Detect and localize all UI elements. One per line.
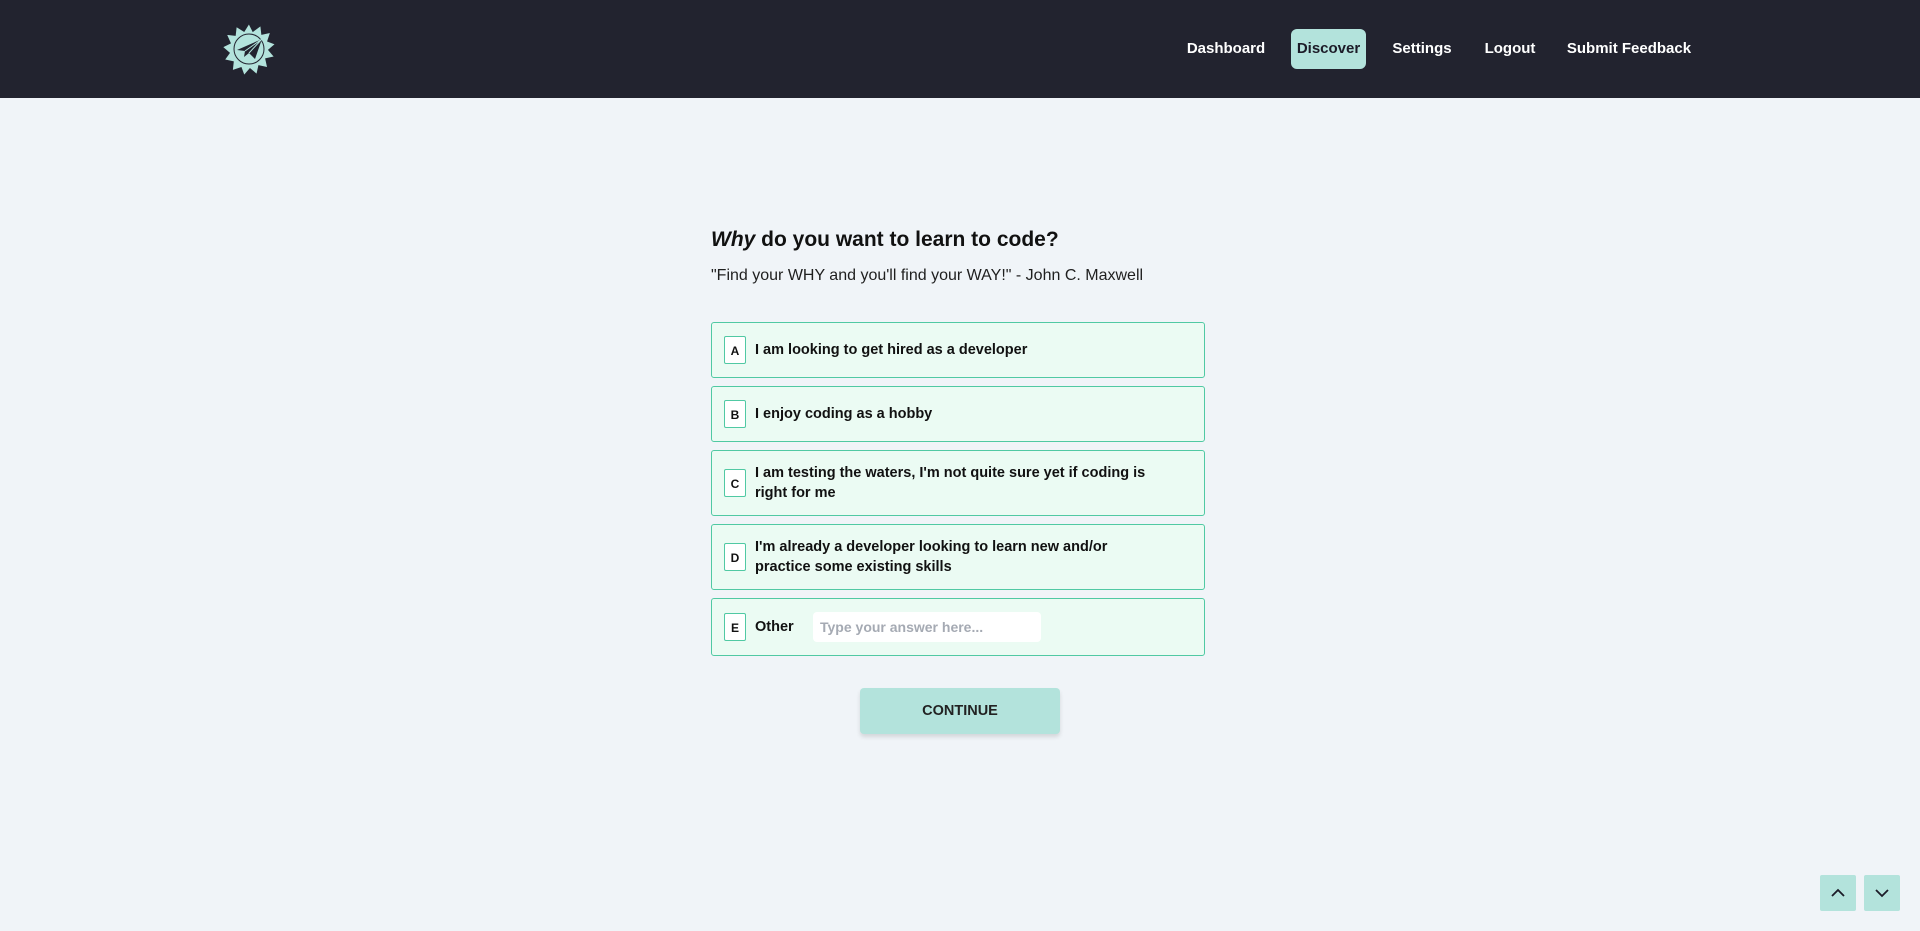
- option-key: C: [724, 469, 746, 497]
- scroll-down-button[interactable]: [1864, 875, 1900, 911]
- top-navigation-bar: Dashboard Discover Settings Logout Submi…: [0, 0, 1920, 98]
- main-nav: Dashboard Discover Settings Logout Submi…: [0, 29, 1920, 69]
- continue-button[interactable]: CONTINUE: [860, 688, 1060, 734]
- option-key: D: [724, 543, 746, 571]
- option-text: Other: [755, 619, 794, 635]
- nav-discover[interactable]: Discover: [1291, 29, 1366, 69]
- option-key: E: [724, 613, 746, 641]
- option-a[interactable]: A I am looking to get hired as a develop…: [711, 322, 1205, 378]
- option-e[interactable]: E Other: [711, 598, 1205, 656]
- option-text: I'm already a developer looking to learn…: [755, 539, 1108, 575]
- question-rest: do you want to learn to code?: [755, 228, 1059, 251]
- option-c[interactable]: C I am testing the waters, I'm not quite…: [711, 450, 1205, 516]
- option-key: A: [724, 336, 746, 364]
- nav-logout[interactable]: Logout: [1478, 29, 1542, 69]
- nav-submit-feedback[interactable]: Submit Feedback: [1562, 29, 1696, 69]
- question-panel: Why do you want to learn to code? "Find …: [711, 222, 1209, 656]
- option-text: I enjoy coding as a hobby: [755, 406, 933, 422]
- question-emphasis: Why: [711, 228, 756, 251]
- nav-settings[interactable]: Settings: [1386, 29, 1458, 69]
- scroll-up-button[interactable]: [1820, 875, 1856, 911]
- chevron-down-icon: [1875, 889, 1889, 898]
- nav-dashboard[interactable]: Dashboard: [1181, 29, 1271, 69]
- option-text: I am testing the waters, I'm not quite s…: [755, 465, 1146, 501]
- other-answer-input[interactable]: [813, 612, 1041, 642]
- option-key: B: [724, 400, 746, 428]
- option-d[interactable]: D I'm already a developer looking to lea…: [711, 524, 1205, 590]
- option-text: I am looking to get hired as a developer: [755, 342, 1028, 358]
- question-title: Why do you want to learn to code?: [711, 222, 1209, 258]
- option-b[interactable]: B I enjoy coding as a hobby: [711, 386, 1205, 442]
- chevron-up-icon: [1831, 888, 1845, 897]
- question-quote: "Find your WHY and you'll find your WAY!…: [711, 267, 1144, 284]
